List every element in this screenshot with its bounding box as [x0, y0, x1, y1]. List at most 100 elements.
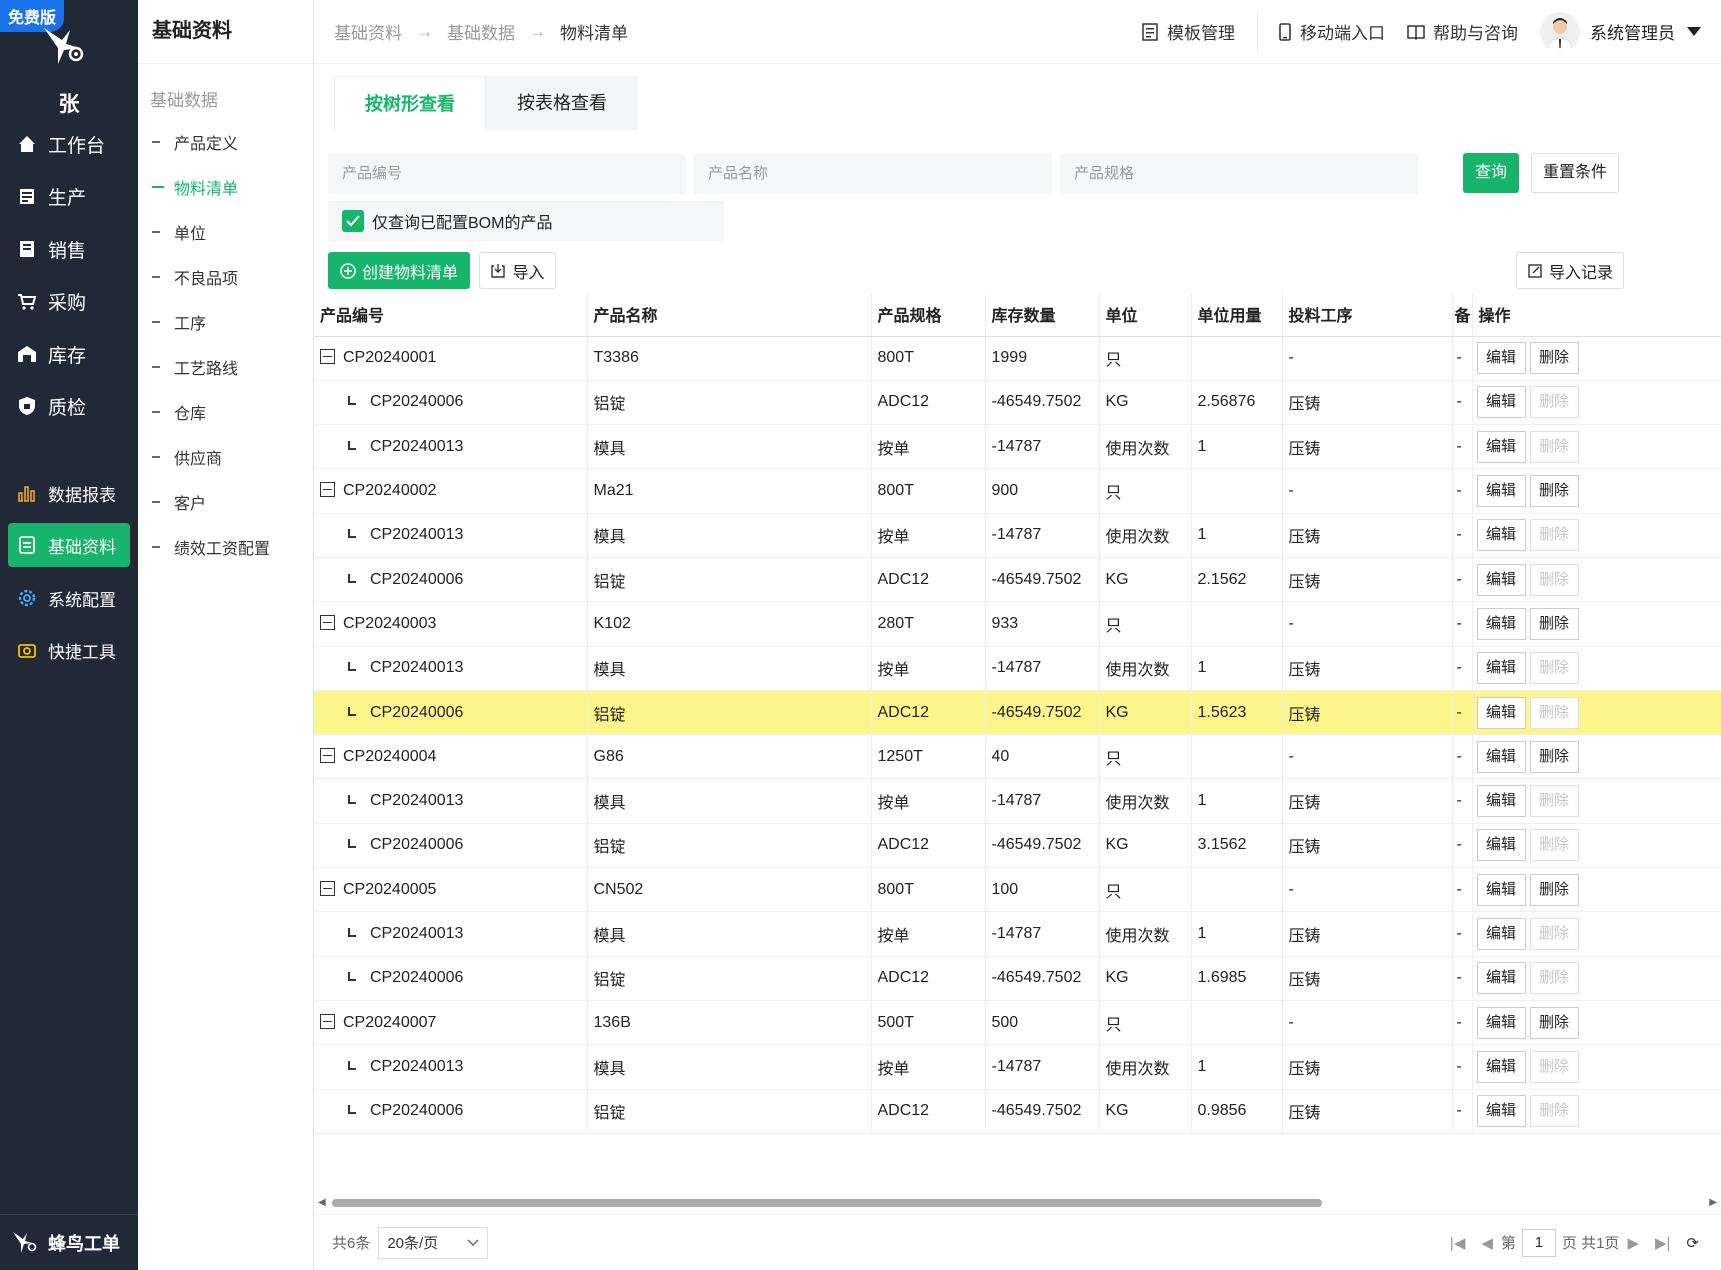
- scroll-left-icon[interactable]: ◀: [318, 1197, 326, 1208]
- prev-page-icon[interactable]: ◀: [1481, 1234, 1493, 1252]
- reset-button[interactable]: 重置条件: [1531, 153, 1619, 193]
- create-bom-button[interactable]: 创建物料清单: [328, 252, 470, 289]
- col-header[interactable]: 产品编号: [314, 293, 588, 337]
- edit-button[interactable]: 编辑: [1476, 386, 1526, 419]
- query-button[interactable]: 查询: [1463, 153, 1519, 193]
- only-bom-checkbox[interactable]: 仅查询已配置BOM的产品: [328, 201, 724, 241]
- help-link[interactable]: 帮助与咨询: [1407, 19, 1518, 44]
- table-row[interactable]: CP20240004 G86 1250T 40 只 - - 编辑 删除: [314, 734, 1721, 780]
- edit-button[interactable]: 编辑: [1476, 962, 1526, 995]
- subnav-item-unit[interactable]: 单位: [138, 209, 313, 254]
- scroll-right-icon[interactable]: ▶: [1709, 1197, 1717, 1208]
- collapse-icon[interactable]: [320, 614, 335, 630]
- delete-button[interactable]: 删除: [1529, 607, 1579, 640]
- table-row[interactable]: CP20240013 模具 按单 -14787 使用次数 1 压铸 - 编辑 删除: [314, 778, 1721, 824]
- nav-item-quick-tools[interactable]: 快捷工具: [8, 628, 130, 672]
- table-row[interactable]: CP20240006 铝锭 ADC12 -46549.7502 KG 2.56876 压铸 -…: [314, 380, 1721, 426]
- table-row[interactable]: CP20240013 模具 按单 -14787 使用次数 1 压铸 - 编辑 删除: [314, 1044, 1721, 1090]
- last-page-icon[interactable]: ▶|: [1655, 1234, 1670, 1252]
- subnav-item-customer[interactable]: 客户: [138, 479, 313, 524]
- edit-button[interactable]: 编辑: [1476, 1006, 1526, 1039]
- collapse-icon[interactable]: [320, 1013, 335, 1029]
- table-row[interactable]: CP20240013 模具 按单 -14787 使用次数 1 压铸 - 编辑 删除: [314, 911, 1721, 957]
- edit-button[interactable]: 编辑: [1476, 475, 1526, 508]
- table-row[interactable]: CP20240001 T3386 800T 1999 只 - - 编辑 删除: [314, 336, 1721, 381]
- delete-button[interactable]: 删除: [1529, 1006, 1579, 1039]
- table-row[interactable]: CP20240013 模具 按单 -14787 使用次数 1 压铸 - 编辑 删除: [314, 513, 1721, 558]
- edit-button[interactable]: 编辑: [1476, 740, 1526, 773]
- subnav-item-routing[interactable]: 工艺路线: [138, 344, 313, 389]
- product-spec-input[interactable]: 产品规格: [1060, 154, 1418, 194]
- delete-button[interactable]: 删除: [1529, 740, 1579, 773]
- subnav-item-supplier[interactable]: 供应商: [138, 434, 313, 479]
- scrollbar-thumb[interactable]: [332, 1199, 1322, 1207]
- breadcrumb-item[interactable]: 基础资料: [334, 19, 402, 44]
- edit-button[interactable]: 编辑: [1476, 1050, 1526, 1083]
- subnav-item-bom[interactable]: 物料清单: [138, 164, 313, 209]
- edit-button[interactable]: 编辑: [1476, 607, 1526, 640]
- table-row[interactable]: CP20240003 K102 280T 933 只 - - 编辑 删除: [314, 601, 1721, 647]
- edit-button[interactable]: 编辑: [1476, 785, 1526, 818]
- collapse-icon[interactable]: [320, 880, 335, 896]
- horizontal-scrollbar[interactable]: ◀ ▶: [314, 1195, 1721, 1209]
- edit-button[interactable]: 编辑: [1476, 918, 1526, 950]
- edit-button[interactable]: 编辑: [1476, 430, 1526, 463]
- col-header[interactable]: 库存数量: [985, 293, 1100, 337]
- user-menu[interactable]: 系统管理员: [1540, 11, 1701, 52]
- nav-item-workbench[interactable]: 工作台: [8, 122, 130, 166]
- table-row[interactable]: CP20240006 铝锭 ADC12 -46549.7502 KG 3.1562 压铸 - 编…: [314, 823, 1721, 869]
- collapse-icon[interactable]: [320, 349, 335, 365]
- edit-button[interactable]: 编辑: [1476, 342, 1526, 375]
- template-management-link[interactable]: 模板管理: [1141, 19, 1235, 44]
- nav-item-inventory[interactable]: 库存: [8, 332, 130, 376]
- tab-tree-view[interactable]: 按树形查看: [334, 76, 486, 130]
- col-header[interactable]: 产品规格: [871, 293, 986, 337]
- edit-button[interactable]: 编辑: [1476, 1095, 1526, 1128]
- subnav-item-warehouse[interactable]: 仓库: [138, 389, 313, 434]
- table-row[interactable]: CP20240013 模具 按单 -14787 使用次数 1 压铸 - 编辑 删除: [314, 646, 1721, 691]
- product-code-input[interactable]: 产品编号: [328, 154, 686, 194]
- first-page-icon[interactable]: |◀: [1450, 1234, 1465, 1252]
- page-size-select[interactable]: 20条/页: [378, 1226, 489, 1259]
- import-button[interactable]: 导入: [479, 252, 556, 289]
- col-header[interactable]: 单位: [1099, 293, 1192, 337]
- table-row[interactable]: CP20240005 CN502 800T 100 只 - - 编辑 删除: [314, 867, 1721, 913]
- delete-button[interactable]: 删除: [1529, 873, 1579, 906]
- col-header[interactable]: 单位用量: [1191, 293, 1283, 337]
- product-name-input[interactable]: 产品名称: [694, 154, 1052, 194]
- collapse-icon[interactable]: [320, 482, 335, 498]
- edit-button[interactable]: 编辑: [1476, 563, 1526, 596]
- delete-button[interactable]: 删除: [1529, 475, 1579, 508]
- edit-button[interactable]: 编辑: [1476, 696, 1526, 729]
- table-row[interactable]: CP20240007 136B 500T 500 只 - - 编辑 删除: [314, 1000, 1721, 1046]
- breadcrumb-item[interactable]: 基础数据: [447, 19, 515, 44]
- nav-item-system-config[interactable]: 系统配置: [8, 576, 130, 620]
- subnav-item-performance-wage[interactable]: 绩效工资配置: [138, 524, 313, 569]
- collapse-icon[interactable]: [320, 747, 335, 763]
- table-row[interactable]: CP20240002 Ma21 800T 900 只 - - 编辑 删除: [314, 468, 1721, 514]
- edit-button[interactable]: 编辑: [1476, 519, 1526, 552]
- nav-item-sales[interactable]: 销售: [8, 227, 130, 271]
- subnav-item-product-definition[interactable]: 产品定义: [138, 119, 313, 164]
- table-row[interactable]: CP20240006 铝锭 ADC12 -46549.7502 KG 1.6985 压铸 - 编…: [314, 956, 1721, 1001]
- edit-button[interactable]: 编辑: [1476, 873, 1526, 906]
- subnav-item-defects[interactable]: 不良品项: [138, 254, 313, 299]
- table-row[interactable]: CP20240006 铝锭 ADC12 -46549.7502 KG 1.5623 压铸 - 编…: [314, 690, 1721, 736]
- next-page-icon[interactable]: ▶: [1627, 1234, 1639, 1252]
- tab-table-view[interactable]: 按表格查看: [486, 76, 638, 130]
- table-row[interactable]: CP20240006 铝锭 ADC12 -46549.7502 KG 0.9856 压铸 - 编…: [314, 1089, 1721, 1134]
- delete-button[interactable]: 删除: [1529, 342, 1579, 375]
- col-header[interactable]: 投料工序: [1282, 293, 1453, 337]
- nav-item-basic-data[interactable]: 基础资料: [8, 523, 130, 567]
- col-header[interactable]: 备: [1452, 293, 1473, 337]
- mobile-entry-link[interactable]: 移动端入口: [1278, 19, 1385, 44]
- nav-item-qc[interactable]: 质检: [8, 384, 130, 428]
- edit-button[interactable]: 编辑: [1476, 652, 1526, 685]
- edit-button[interactable]: 编辑: [1476, 829, 1526, 862]
- col-header[interactable]: 产品名称: [587, 293, 872, 337]
- import-records-button[interactable]: 导入记录: [1516, 252, 1624, 289]
- page-number-input[interactable]: 1: [1521, 1228, 1556, 1257]
- table-row[interactable]: CP20240013 模具 按单 -14787 使用次数 1 压铸 - 编辑 删除: [314, 424, 1721, 470]
- nav-item-production[interactable]: 生产: [8, 174, 130, 218]
- nav-item-reports[interactable]: 数据报表: [8, 471, 130, 515]
